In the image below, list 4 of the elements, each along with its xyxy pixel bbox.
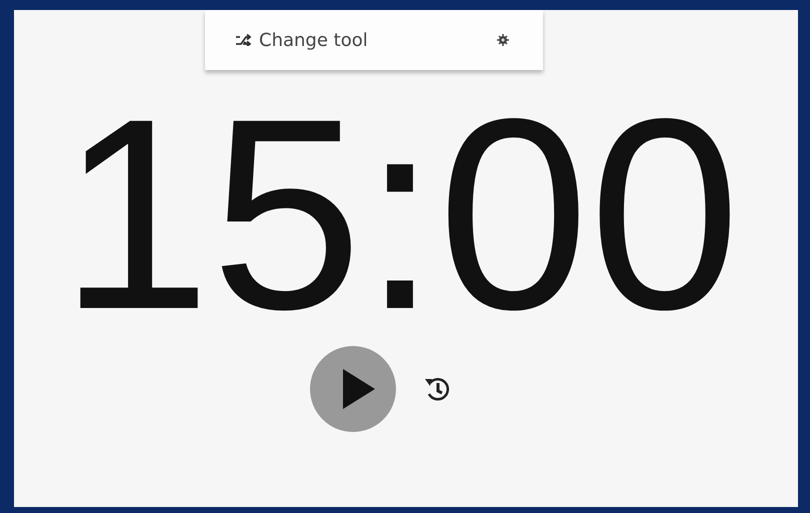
timer-display: 15:00 xyxy=(60,78,740,350)
change-tool-button[interactable]: Change tool xyxy=(231,26,372,54)
settings-icon xyxy=(497,34,509,46)
shuffle-icon xyxy=(235,34,251,46)
